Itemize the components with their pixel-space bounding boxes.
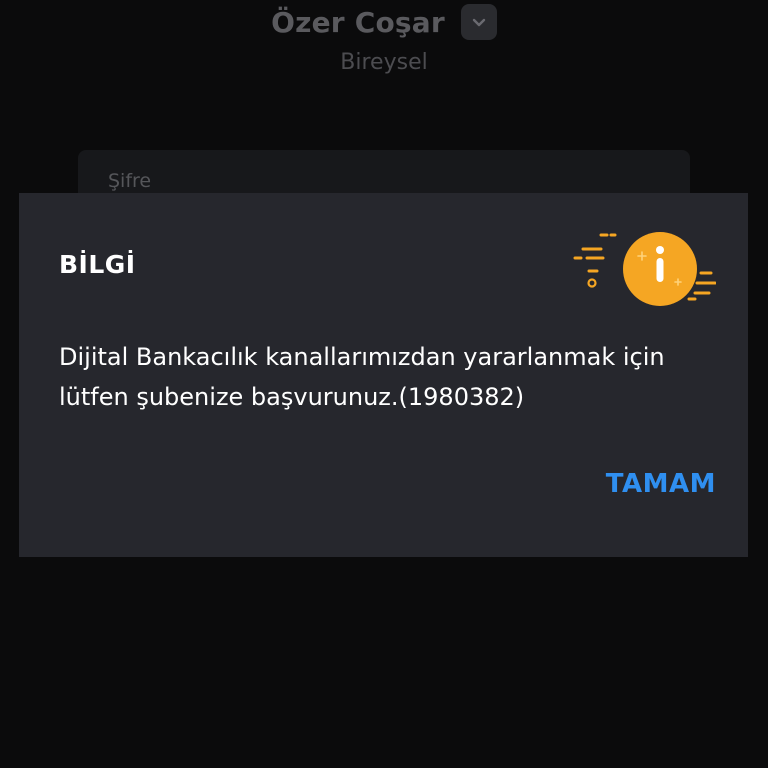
dialog-title: BİLGİ [59, 250, 136, 279]
info-dialog: BİLGİ Dijital Bankacılık kanallarımızdan… [19, 193, 748, 557]
dialog-message: Dijital Bankacılık kanallarımızdan yarar… [59, 343, 665, 411]
screen: Özer Coşar Bireysel Şifre BİLGİ Dijital … [0, 0, 768, 768]
user-name: Özer Coşar [271, 5, 445, 39]
info-icon [573, 232, 716, 306]
password-label: Şifre [108, 170, 152, 192]
chevron-down-icon [472, 18, 486, 27]
account-switch-button[interactable] [460, 4, 497, 40]
ok-button[interactable]: TAMAM [606, 469, 716, 499]
user-type: Bireysel [340, 50, 428, 75]
user-switcher[interactable]: Özer Coşar [271, 4, 497, 40]
user-header: Özer Coşar Bireysel [0, 4, 768, 75]
